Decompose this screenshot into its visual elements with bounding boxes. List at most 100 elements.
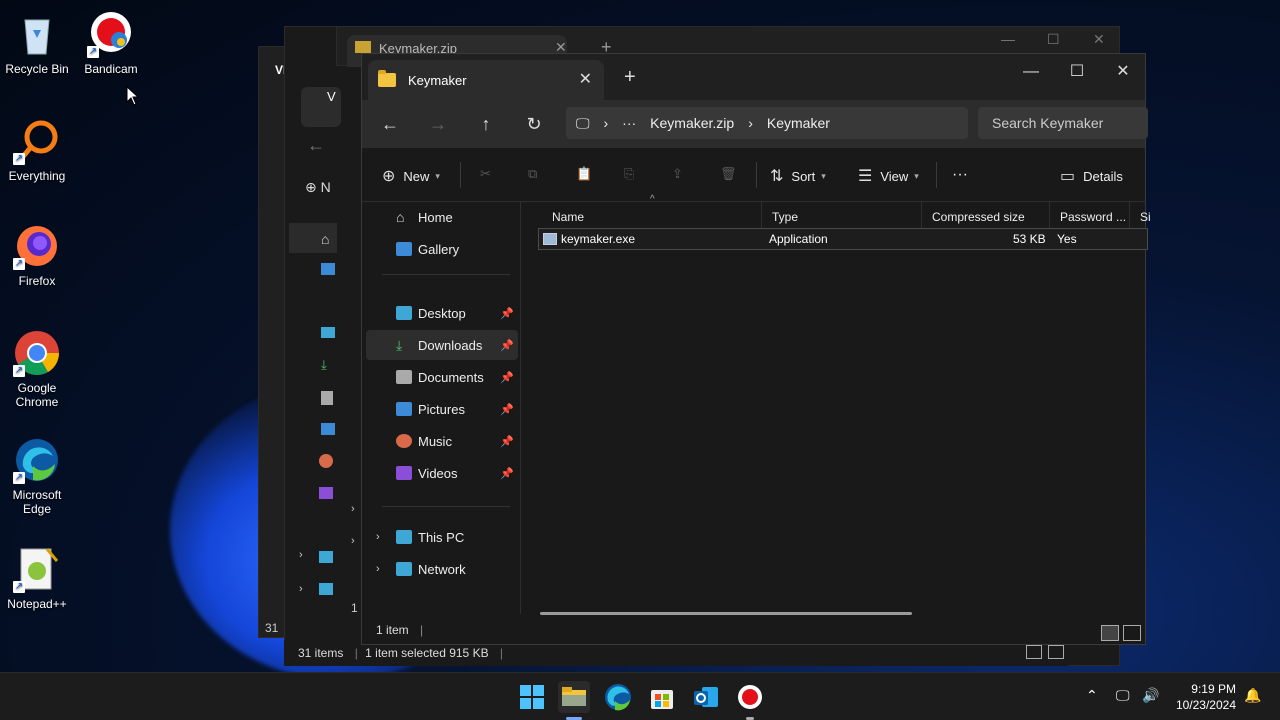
bandicam-taskbar-icon[interactable] <box>734 681 766 713</box>
refresh-icon[interactable]: ↻ <box>510 114 558 135</box>
pin-icon[interactable]: 📌 <box>500 435 514 448</box>
background-new-button[interactable]: ⊕ N <box>305 179 331 196</box>
file-explorer-taskbar-icon[interactable] <box>558 681 590 713</box>
background-chevron-icon: › <box>351 503 355 515</box>
desktop-icon-label: Everything <box>8 169 66 183</box>
cut-icon[interactable]: ✂ <box>480 166 491 182</box>
back-icon[interactable]: ← <box>366 114 414 135</box>
store-taskbar-icon[interactable] <box>646 681 678 713</box>
share-icon[interactable]: ⇪ <box>672 166 683 182</box>
title-bar[interactable]: Keymaker ✕ + — ☐ ✕ <box>362 54 1145 100</box>
pin-icon[interactable]: 📌 <box>500 403 514 416</box>
pin-icon[interactable]: 📌 <box>500 371 514 384</box>
new-button-label: New <box>403 168 430 184</box>
sidebar-item-label: Pictures <box>418 401 465 417</box>
chevron-right-icon: › <box>748 115 753 131</box>
maximize-icon[interactable]: ☐ <box>1054 58 1100 86</box>
new-tab-icon[interactable]: + <box>624 66 636 89</box>
desktop-icon-firefox[interactable]: ↗ Firefox <box>0 222 74 288</box>
sidebar-item-network[interactable]: › Network <box>366 554 518 584</box>
chevron-right-icon[interactable]: › <box>376 563 380 575</box>
sidebar-item-label: This PC <box>418 529 465 545</box>
details-view-icon[interactable] <box>1026 645 1042 659</box>
tiles-view-icon[interactable] <box>1048 645 1064 659</box>
desktop-icon-bandicam[interactable]: ↗ Bandicam <box>74 10 148 76</box>
sidebar-item-pictures[interactable]: Pictures 📌 <box>366 394 518 424</box>
forward-icon[interactable]: → <box>414 114 462 135</box>
sidebar-item-label: Desktop <box>418 305 466 321</box>
desktop-icon-edge[interactable]: ↗ Microsoft Edge <box>0 436 74 516</box>
minimize-icon[interactable]: — <box>1008 58 1054 86</box>
sidebar-item-this-pc[interactable]: › This PC <box>366 522 518 552</box>
minimize-icon[interactable]: — <box>1001 31 1015 47</box>
edge-taskbar-icon[interactable] <box>602 681 634 713</box>
sidebar-item-music[interactable]: Music 📌 <box>366 426 518 456</box>
address-bar[interactable]: 🖵 › ··· Keymaker.zip › Keymaker <box>566 107 968 139</box>
tab-keymaker[interactable]: Keymaker ✕ <box>368 60 604 100</box>
chevron-up-icon[interactable]: ⌃ <box>1086 687 1098 704</box>
background-thispc-icon <box>319 551 333 563</box>
rename-icon[interactable]: ⎘ <box>624 166 634 182</box>
file-type: Application <box>769 232 828 246</box>
pin-icon[interactable]: 📌 <box>500 467 514 480</box>
background-downloads-icon: ⤓ <box>321 357 327 372</box>
file-password: Yes <box>1057 232 1077 246</box>
breadcrumb-keymaker[interactable]: Keymaker <box>767 115 830 131</box>
music-icon <box>396 434 412 448</box>
this-pc-icon <box>396 530 412 544</box>
desktop-icon-recycle-bin[interactable]: Recycle Bin <box>0 10 74 76</box>
details-button[interactable]: ▭ Details <box>1060 166 1123 186</box>
chevron-right-icon[interactable]: › <box>376 531 380 543</box>
sort-button[interactable]: ⇅ Sort ▾ <box>770 166 826 186</box>
search-input[interactable]: Search Keymaker <box>978 107 1148 139</box>
view-button[interactable]: ☰ View ▾ <box>858 166 919 186</box>
close-window-icon[interactable]: ✕ <box>1100 58 1146 86</box>
notification-bell-icon[interactable]: 🔔 <box>1244 687 1261 704</box>
up-icon[interactable]: ↑ <box>462 114 510 135</box>
sidebar-item-desktop[interactable]: Desktop 📌 <box>366 298 518 328</box>
desktop-icon-notepadpp[interactable]: ↗ Notepad++ <box>0 545 74 611</box>
desktop-icon-everything[interactable]: ↗ Everything <box>0 117 74 183</box>
pictures-icon <box>396 402 412 416</box>
clock[interactable]: 9:19 PM 10/23/2024 <box>1176 681 1236 713</box>
notepadpp-icon: ↗ <box>13 545 61 593</box>
desktop-icon-chrome[interactable]: ↗ Google Chrome <box>0 329 74 409</box>
tab-title: Keymaker <box>408 72 467 88</box>
plus-circle-icon: ⊕ <box>382 168 396 185</box>
sidebar-item-label: Videos <box>418 465 458 481</box>
breadcrumb-ellipsis[interactable]: ··· <box>622 115 636 131</box>
close-tab-icon[interactable]: ✕ <box>579 69 592 89</box>
breadcrumb-keymaker-zip[interactable]: Keymaker.zip <box>650 115 734 131</box>
maximize-icon[interactable]: ☐ <box>1047 31 1060 48</box>
sidebar-item-label: Gallery <box>418 241 460 257</box>
details-view-icon[interactable] <box>1101 625 1119 641</box>
monitor-icon: 🖵 <box>576 114 590 131</box>
file-list: ^ Name Type Compressed size Password ...… <box>522 194 1151 614</box>
tiles-view-icon[interactable] <box>1123 625 1141 641</box>
mouse-cursor-icon <box>126 85 140 111</box>
more-options-button[interactable]: ··· <box>952 166 968 184</box>
start-icon[interactable] <box>516 681 548 713</box>
table-row[interactable]: keymaker.exe Application 53 KB Yes <box>538 228 1148 250</box>
horizontal-scrollbar[interactable] <box>540 612 912 615</box>
sidebar-item-documents[interactable]: Documents 📌 <box>366 362 518 392</box>
volume-icon[interactable]: 🔊 <box>1142 687 1159 704</box>
file-explorer-window[interactable]: Keymaker ✕ + — ☐ ✕ ← → ↑ ↻ 🖵 › ··· Keyma… <box>361 53 1151 645</box>
sidebar-item-gallery[interactable]: Gallery <box>366 234 518 264</box>
network-icon <box>396 562 412 576</box>
sidebar-item-home[interactable]: ⌂ Home <box>366 202 518 232</box>
outlook-taskbar-icon[interactable] <box>690 681 722 713</box>
pin-icon[interactable]: 📌 <box>500 307 514 320</box>
background-documents-icon <box>321 391 333 405</box>
copy-icon[interactable]: ⧉ <box>528 166 537 182</box>
new-button[interactable]: ⊕ New ▾ <box>382 166 440 186</box>
paste-icon[interactable]: 📋 <box>576 166 592 182</box>
desktop-icon-label: Firefox <box>18 274 56 288</box>
close-window-icon[interactable]: ✕ <box>1093 31 1105 48</box>
sidebar-item-videos[interactable]: Videos 📌 <box>366 458 518 488</box>
sidebar-item-downloads[interactable]: ⤓ Downloads 📌 <box>366 330 518 360</box>
delete-icon[interactable]: 🗑 <box>720 166 737 182</box>
background-chevron-icon: › <box>351 535 355 547</box>
pin-icon[interactable]: 📌 <box>500 339 514 352</box>
network-tray-icon[interactable]: 🖵 <box>1116 687 1130 704</box>
